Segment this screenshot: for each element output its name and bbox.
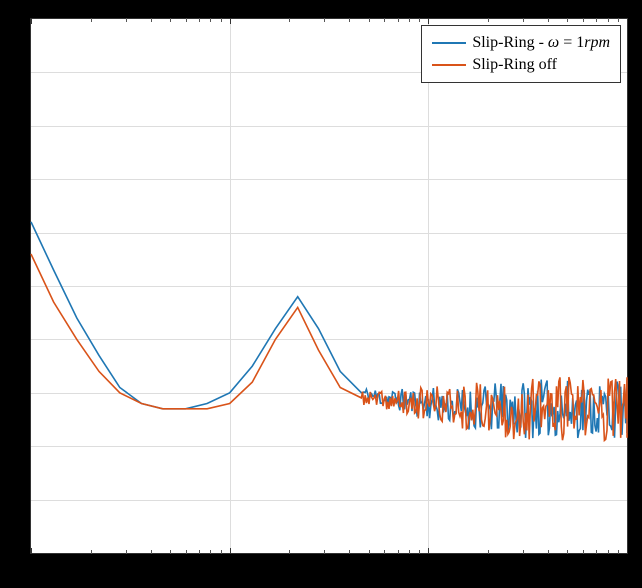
legend-entry-2: Slip-Ring off bbox=[432, 54, 610, 76]
legend-text: Slip-Ring - bbox=[472, 34, 548, 51]
series-slip-ring-on bbox=[31, 222, 627, 438]
legend-text: = 1 bbox=[559, 34, 584, 51]
legend-omega: ω bbox=[548, 34, 559, 51]
legend-entry-1: Slip-Ring - ω = 1rpm bbox=[432, 32, 610, 54]
legend: Slip-Ring - ω = 1rpm Slip-Ring off bbox=[421, 25, 621, 83]
legend-swatch-1 bbox=[432, 42, 466, 44]
legend-label-2: Slip-Ring off bbox=[472, 56, 557, 74]
plot-area: Slip-Ring - ω = 1rpm Slip-Ring off bbox=[30, 18, 628, 554]
legend-swatch-2 bbox=[432, 64, 466, 66]
legend-unit: rpm bbox=[584, 34, 610, 51]
chart-svg bbox=[31, 19, 627, 553]
legend-label-1: Slip-Ring - ω = 1rpm bbox=[472, 34, 610, 52]
